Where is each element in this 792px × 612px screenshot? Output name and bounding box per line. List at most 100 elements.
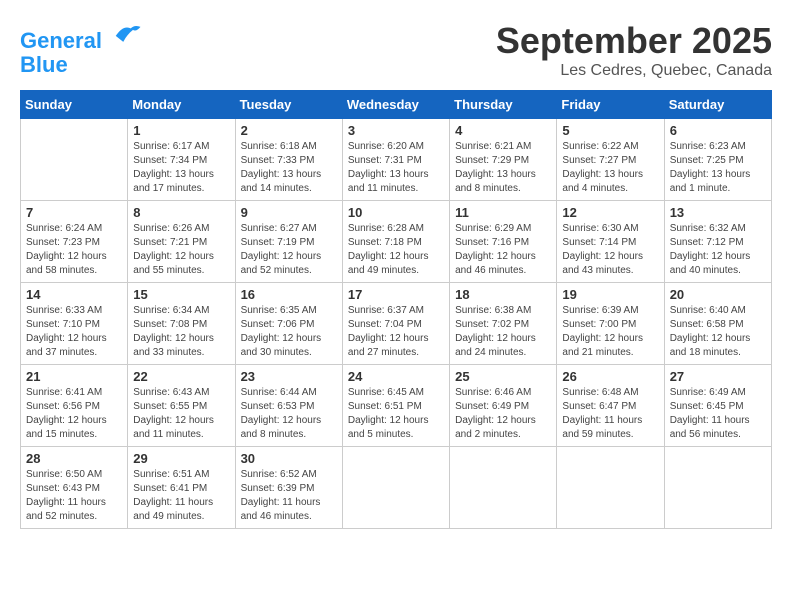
calendar-cell: 5Sunrise: 6:22 AM Sunset: 7:27 PM Daylig… xyxy=(557,119,664,201)
calendar-cell xyxy=(342,447,449,529)
calendar-week-4: 21 Sunrise: 6:41 AM Sunset: 6:56 PM Dayli… xyxy=(21,365,772,447)
calendar-cell: 8 Sunrise: 6:26 AM Sunset: 7:21 PM Daylig… xyxy=(128,201,235,283)
day-number: 27 xyxy=(670,369,766,384)
calendar-cell: 17Sunrise: 6:37 AM Sunset: 7:04 PM Dayli… xyxy=(342,283,449,365)
cell-content: Sunrise: 6:30 AM Sunset: 7:14 PM Dayligh… xyxy=(562,222,658,278)
day-number: 29 xyxy=(133,451,229,466)
day-number: 21 xyxy=(26,369,122,384)
day-number: 16 xyxy=(241,287,337,302)
day-number: 11 xyxy=(455,205,551,220)
cell-content: Sunrise: 6:46 AM Sunset: 6:49 PM Dayligh… xyxy=(455,386,551,442)
cell-content: Sunrise: 6:29 AM Sunset: 7:16 PM Dayligh… xyxy=(455,222,551,278)
calendar-cell: 10Sunrise: 6:28 AM Sunset: 7:18 PM Dayli… xyxy=(342,201,449,283)
cell-content: Sunrise: 6:24 AM Sunset: 7:23 PM Dayligh… xyxy=(26,222,122,278)
calendar-cell: 4 Sunrise: 6:21 AM Sunset: 7:29 PM Daylig… xyxy=(450,119,557,201)
calendar-cell: 13 Sunrise: 6:32 AM Sunset: 7:12 PM Dayli… xyxy=(664,201,771,283)
calendar-cell: 11 Sunrise: 6:29 AM Sunset: 7:16 PM Dayli… xyxy=(450,201,557,283)
calendar-cell: 6 Sunrise: 6:23 AM Sunset: 7:25 PM Daylig… xyxy=(664,119,771,201)
day-number: 19 xyxy=(562,287,658,302)
day-number: 25 xyxy=(455,369,551,384)
logo-line2: Blue xyxy=(20,53,142,77)
header-wednesday: Wednesday xyxy=(342,91,449,119)
cell-content: Sunrise: 6:38 AM Sunset: 7:02 PM Dayligh… xyxy=(455,304,551,360)
calendar-table: SundayMondayTuesdayWednesdayThursdayFrid… xyxy=(20,90,772,529)
location: Les Cedres, Quebec, Canada xyxy=(496,62,772,80)
calendar-cell: 12 Sunrise: 6:30 AM Sunset: 7:14 PM Dayli… xyxy=(557,201,664,283)
cell-content: Sunrise: 6:32 AM Sunset: 7:12 PM Dayligh… xyxy=(670,222,766,278)
day-number: 18 xyxy=(455,287,551,302)
header-thursday: Thursday xyxy=(450,91,557,119)
cell-content: Sunrise: 6:49 AM Sunset: 6:45 PM Dayligh… xyxy=(670,386,766,442)
calendar-cell xyxy=(450,447,557,529)
cell-content: Sunrise: 6:44 AM Sunset: 6:53 PM Dayligh… xyxy=(241,386,337,442)
cell-content: Sunrise: 6:21 AM Sunset: 7:29 PM Dayligh… xyxy=(455,140,551,196)
calendar-cell: 18 Sunrise: 6:38 AM Sunset: 7:02 PM Dayli… xyxy=(450,283,557,365)
day-number: 26 xyxy=(562,369,658,384)
calendar-header-row: SundayMondayTuesdayWednesdayThursdayFrid… xyxy=(21,91,772,119)
day-number: 24 xyxy=(348,369,444,384)
cell-content: Sunrise: 6:45 AM Sunset: 6:51 PM Dayligh… xyxy=(348,386,444,442)
calendar-cell: 2Sunrise: 6:18 AM Sunset: 7:33 PM Daylig… xyxy=(235,119,342,201)
day-number: 9 xyxy=(241,205,337,220)
cell-content: Sunrise: 6:52 AM Sunset: 6:39 PM Dayligh… xyxy=(241,468,337,524)
day-number: 23 xyxy=(241,369,337,384)
cell-content: Sunrise: 6:40 AM Sunset: 6:58 PM Dayligh… xyxy=(670,304,766,360)
cell-content: Sunrise: 6:43 AM Sunset: 6:55 PM Dayligh… xyxy=(133,386,229,442)
calendar-cell: 26 Sunrise: 6:48 AM Sunset: 6:47 PM Dayli… xyxy=(557,365,664,447)
calendar-week-1: 1 Sunrise: 6:17 AM Sunset: 7:34 PM Daylig… xyxy=(21,119,772,201)
calendar-week-3: 14 Sunrise: 6:33 AM Sunset: 7:10 PM Dayli… xyxy=(21,283,772,365)
calendar-cell: 23 Sunrise: 6:44 AM Sunset: 6:53 PM Dayli… xyxy=(235,365,342,447)
calendar-week-2: 7Sunrise: 6:24 AM Sunset: 7:23 PM Daylig… xyxy=(21,201,772,283)
calendar-cell: 3 Sunrise: 6:20 AM Sunset: 7:31 PM Daylig… xyxy=(342,119,449,201)
day-number: 20 xyxy=(670,287,766,302)
day-number: 4 xyxy=(455,123,551,138)
cell-content: Sunrise: 6:23 AM Sunset: 7:25 PM Dayligh… xyxy=(670,140,766,196)
cell-content: Sunrise: 6:37 AM Sunset: 7:04 PM Dayligh… xyxy=(348,304,444,360)
cell-content: Sunrise: 6:26 AM Sunset: 7:21 PM Dayligh… xyxy=(133,222,229,278)
day-number: 13 xyxy=(670,205,766,220)
calendar-cell: 29 Sunrise: 6:51 AM Sunset: 6:41 PM Dayli… xyxy=(128,447,235,529)
cell-content: Sunrise: 6:33 AM Sunset: 7:10 PM Dayligh… xyxy=(26,304,122,360)
header-friday: Friday xyxy=(557,91,664,119)
calendar-cell: 16 Sunrise: 6:35 AM Sunset: 7:06 PM Dayli… xyxy=(235,283,342,365)
calendar-cell: 27 Sunrise: 6:49 AM Sunset: 6:45 PM Dayli… xyxy=(664,365,771,447)
cell-content: Sunrise: 6:51 AM Sunset: 6:41 PM Dayligh… xyxy=(133,468,229,524)
day-number: 12 xyxy=(562,205,658,220)
header-sunday: Sunday xyxy=(21,91,128,119)
day-number: 6 xyxy=(670,123,766,138)
calendar-cell: 25 Sunrise: 6:46 AM Sunset: 6:49 PM Dayli… xyxy=(450,365,557,447)
day-number: 1 xyxy=(133,123,229,138)
cell-content: Sunrise: 6:41 AM Sunset: 6:56 PM Dayligh… xyxy=(26,386,122,442)
day-number: 15 xyxy=(133,287,229,302)
cell-content: Sunrise: 6:17 AM Sunset: 7:34 PM Dayligh… xyxy=(133,140,229,196)
header-tuesday: Tuesday xyxy=(235,91,342,119)
day-number: 8 xyxy=(133,205,229,220)
cell-content: Sunrise: 6:35 AM Sunset: 7:06 PM Dayligh… xyxy=(241,304,337,360)
day-number: 2 xyxy=(241,123,337,138)
logo: General Blue xyxy=(20,20,142,77)
calendar-cell xyxy=(664,447,771,529)
cell-content: Sunrise: 6:22 AM Sunset: 7:27 PM Dayligh… xyxy=(562,140,658,196)
calendar-cell: 21 Sunrise: 6:41 AM Sunset: 6:56 PM Dayli… xyxy=(21,365,128,447)
month-title: September 2025 xyxy=(496,20,772,62)
day-number: 10 xyxy=(348,205,444,220)
day-number: 30 xyxy=(241,451,337,466)
calendar-cell: 14 Sunrise: 6:33 AM Sunset: 7:10 PM Dayli… xyxy=(21,283,128,365)
calendar-cell: 1 Sunrise: 6:17 AM Sunset: 7:34 PM Daylig… xyxy=(128,119,235,201)
calendar-cell: 22 Sunrise: 6:43 AM Sunset: 6:55 PM Dayli… xyxy=(128,365,235,447)
calendar-week-5: 28Sunrise: 6:50 AM Sunset: 6:43 PM Dayli… xyxy=(21,447,772,529)
page-header: General Blue September 2025 Les Cedres, … xyxy=(20,20,772,80)
logo-text: General xyxy=(20,20,142,53)
day-number: 28 xyxy=(26,451,122,466)
day-number: 14 xyxy=(26,287,122,302)
cell-content: Sunrise: 6:34 AM Sunset: 7:08 PM Dayligh… xyxy=(133,304,229,360)
calendar-cell: 28Sunrise: 6:50 AM Sunset: 6:43 PM Dayli… xyxy=(21,447,128,529)
cell-content: Sunrise: 6:27 AM Sunset: 7:19 PM Dayligh… xyxy=(241,222,337,278)
logo-icon xyxy=(112,20,142,48)
cell-content: Sunrise: 6:20 AM Sunset: 7:31 PM Dayligh… xyxy=(348,140,444,196)
day-number: 3 xyxy=(348,123,444,138)
day-number: 22 xyxy=(133,369,229,384)
header-monday: Monday xyxy=(128,91,235,119)
calendar-cell: 19Sunrise: 6:39 AM Sunset: 7:00 PM Dayli… xyxy=(557,283,664,365)
cell-content: Sunrise: 6:48 AM Sunset: 6:47 PM Dayligh… xyxy=(562,386,658,442)
